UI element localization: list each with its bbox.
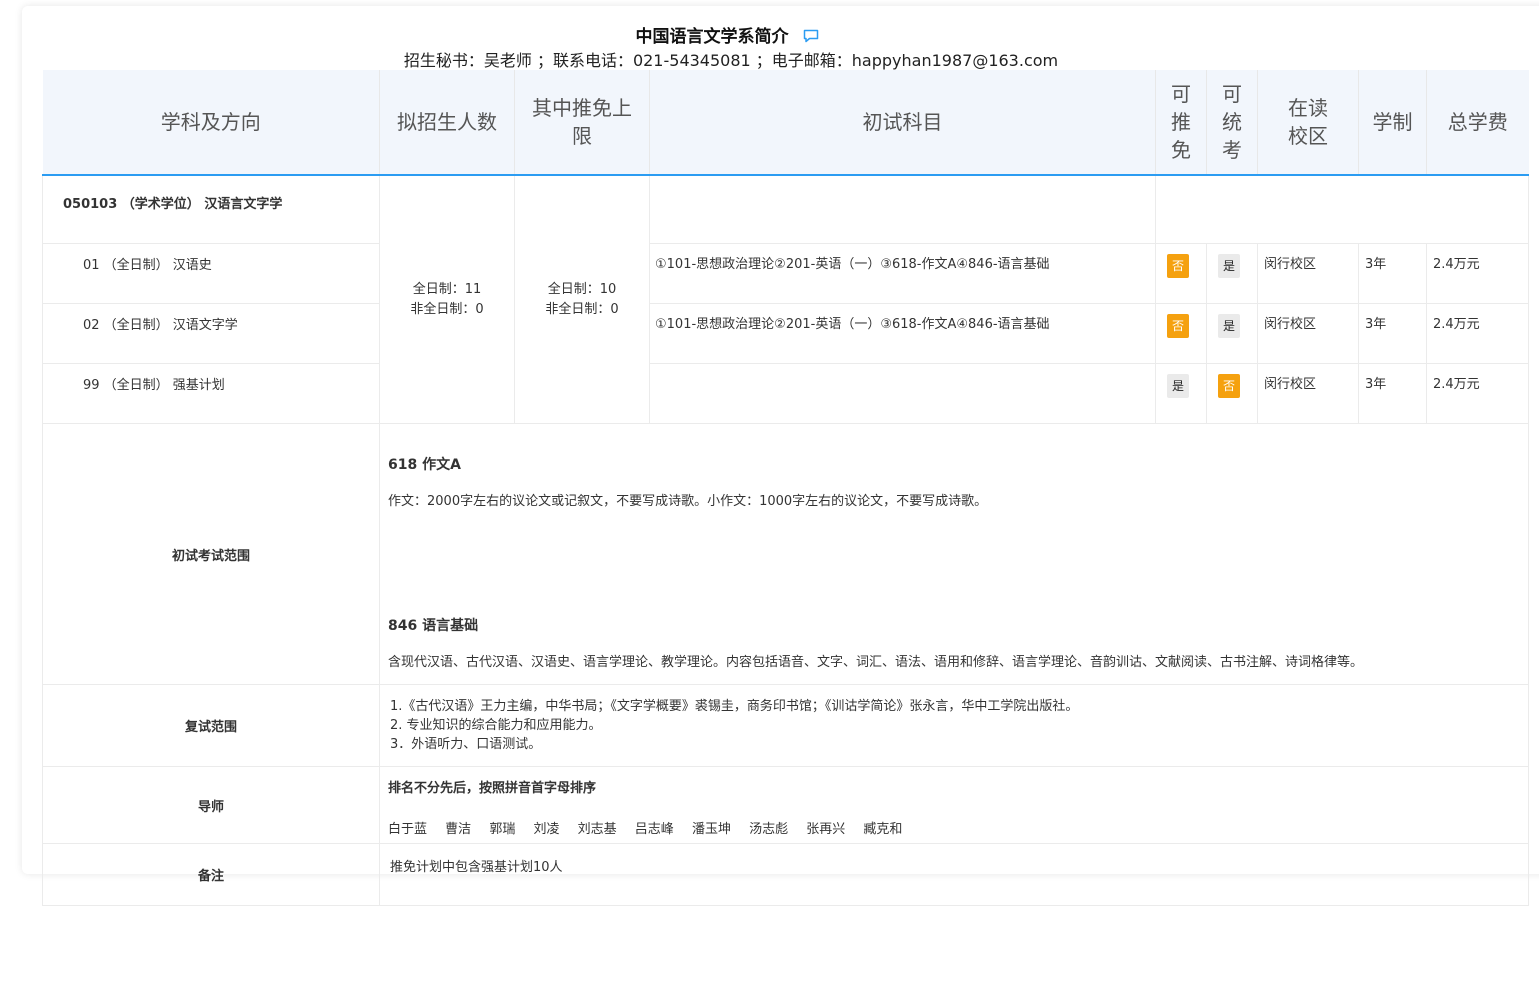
exam-scope-label: 初试考试范围	[42, 423, 380, 685]
tutor-name[interactable]: 白于蓝	[388, 822, 427, 837]
page-title: 中国语言文学系简介	[22, 22, 1432, 47]
table-row-retest: 复试范围 1.《古代汉语》王力主编，中华书局；《文字学概要》裘锡圭，商务印书馆；…	[42, 684, 1529, 767]
duration-cell: 3年	[1358, 303, 1427, 364]
col-header-recommend: 可推免	[1155, 70, 1207, 175]
retest-content: 1.《古代汉语》王力主编，中华书局；《文字学概要》裘锡圭，商务印书馆；《训诂学简…	[379, 684, 1529, 767]
duration-cell: 3年	[1358, 363, 1427, 424]
exam-scope-content: 618 作文A 作文：2000字左右的议论文或记叙文，不要写成诗歌。小作文：10…	[379, 423, 1529, 685]
col-header-unified: 可统考	[1206, 70, 1258, 175]
direction-subjects: ①101-思想政治理论②201-英语（一）③618-作文A④846-语言基础	[649, 243, 1156, 304]
unified-cell: 是	[1206, 303, 1258, 364]
retest-label: 复试范围	[42, 684, 380, 767]
table-row-exam-scope: 初试考试范围 618 作文A 作文：2000字左右的议论文或记叙文，不要写成诗歌…	[42, 423, 1529, 685]
enroll-full: 全日制：11	[412, 281, 482, 297]
tutor-name[interactable]: 吕志峰	[635, 822, 674, 837]
tutor-name[interactable]: 刘凌	[533, 822, 559, 837]
program-table: 学科及方向 拟招生人数 其中推免上限 初试科目 可推免 可统考 在读校区 学制 …	[42, 70, 1529, 906]
contact-info: 招生秘书：吴老师 ；联系电话：021-54345081 ；电子邮箱：happyh…	[403, 51, 1059, 70]
tutor-name[interactable]: 汤志彪	[749, 822, 788, 837]
exam-scope-desc: 含现代汉语、古代汉语、汉语史、语言学理论、教学理论。内容包括语音、文字、词汇、语…	[388, 655, 1364, 670]
tutors-note: 排名不分先后，按照拼音首字母排序	[388, 781, 597, 796]
col-header-exempt-text: 其中推免上限	[532, 96, 632, 148]
direction-subjects: ①101-思想政治理论②201-英语（一）③618-作文A④846-语言基础	[649, 303, 1156, 364]
unified-cell: 是	[1206, 243, 1258, 304]
exempt-part: 非全日制：0	[545, 301, 619, 317]
col-header-major: 学科及方向	[42, 70, 380, 175]
remark-content: 推免计划中包含强基计划10人	[379, 843, 1529, 906]
campus-cell: 闵行校区	[1257, 363, 1359, 424]
table-row-program: 050103 （学术学位） 汉语言文字学 全日制：11 非全日制：0 全日制：1…	[42, 174, 1529, 424]
unified-badge: 否	[1218, 374, 1240, 398]
direction-name: 01 （全日制） 汉语史	[42, 243, 380, 304]
retest-line: 3．外语听力、口语测试。	[390, 737, 542, 752]
tutor-name[interactable]: 曹洁	[445, 822, 471, 837]
unified-cell: 否	[1206, 363, 1258, 424]
tutor-name[interactable]: 刘志基	[578, 822, 617, 837]
table-row-direction: 02 （全日制） 汉语文字学 ①101-思想政治理论②201-英语（一）③618…	[42, 303, 1529, 364]
tutors-content: 排名不分先后，按照拼音首字母排序 白于蓝 曹洁 郭瑞 刘凌 刘志基 吕志峰 潘玉…	[379, 766, 1529, 844]
campus-cell: 闵行校区	[1257, 303, 1359, 364]
col-header-recommend-text: 可推免	[1171, 82, 1191, 162]
tutor-name[interactable]: 臧克和	[863, 822, 902, 837]
recommend-badge: 是	[1167, 374, 1189, 398]
enroll-count: 全日制：11 非全日制：0	[379, 174, 515, 424]
col-header-exempt: 其中推免上限	[514, 70, 650, 175]
exam-scope-title: 618 作文A	[388, 457, 461, 473]
table-row-tutors: 导师 排名不分先后，按照拼音首字母排序 白于蓝 曹洁 郭瑞 刘凌 刘志基 吕志峰…	[42, 766, 1529, 844]
col-header-subjects: 初试科目	[649, 70, 1156, 175]
col-header-campus-text: 在读校区	[1288, 96, 1328, 148]
tutor-name[interactable]: 张再兴	[806, 822, 845, 837]
tutors-list: 白于蓝 曹洁 郭瑞 刘凌 刘志基 吕志峰 潘玉坤 汤志彪 张再兴 臧克和	[388, 818, 1528, 837]
unified-badge: 是	[1218, 254, 1240, 278]
exam-scope-desc: 作文：2000字左右的议论文或记叙文，不要写成诗歌。小作文：1000字左右的议论…	[388, 494, 988, 509]
program-name: 050103 （学术学位） 汉语言文字学	[42, 174, 380, 244]
enroll-part: 非全日制：0	[410, 301, 484, 317]
recommend-cell: 否	[1155, 303, 1207, 364]
direction-name: 02 （全日制） 汉语文字学	[42, 303, 380, 364]
direction-name: 99 （全日制） 强基计划	[42, 363, 380, 424]
tutors-label: 导师	[42, 766, 380, 844]
col-header-duration: 学制	[1358, 70, 1427, 175]
col-header-fee: 总学费	[1426, 70, 1529, 175]
exam-scope-title: 846 语言基础	[388, 618, 479, 634]
table-row-direction: 99 （全日制） 强基计划 是 否 闵行校区 3年 2.4万元	[42, 363, 1529, 424]
recommend-badge: 否	[1167, 314, 1189, 338]
recommend-cell: 是	[1155, 363, 1207, 424]
retest-line: 2. 专业知识的综合能力和应用能力。	[390, 718, 602, 733]
unified-badge: 是	[1218, 314, 1240, 338]
fee-cell: 2.4万元	[1426, 243, 1529, 304]
col-header-unified-text: 可统考	[1222, 82, 1242, 162]
recommend-badge: 否	[1167, 254, 1189, 278]
recommend-cell: 否	[1155, 243, 1207, 304]
tutor-name[interactable]: 潘玉坤	[692, 822, 731, 837]
direction-subjects	[649, 363, 1156, 424]
table-row-direction: 01 （全日制） 汉语史 ①101-思想政治理论②201-英语（一）③618-作…	[42, 243, 1529, 304]
duration-cell: 3年	[1358, 243, 1427, 304]
exempt-full: 全日制：10	[547, 281, 617, 297]
fee-cell: 2.4万元	[1426, 363, 1529, 424]
table-row-remark: 备注 推免计划中包含强基计划10人	[42, 843, 1529, 906]
remark-label: 备注	[42, 843, 380, 906]
col-header-campus: 在读校区	[1257, 70, 1359, 175]
table-header-row: 学科及方向 拟招生人数 其中推免上限 初试科目 可推免 可统考 在读校区 学制 …	[42, 70, 1529, 175]
fee-cell: 2.4万元	[1426, 303, 1529, 364]
campus-cell: 闵行校区	[1257, 243, 1359, 304]
retest-line: 1.《古代汉语》王力主编，中华书局；《文字学概要》裘锡圭，商务印书馆；《训诂学简…	[390, 699, 1079, 714]
col-header-enroll: 拟招生人数	[379, 70, 515, 175]
exempt-limit: 全日制：10 非全日制：0	[514, 174, 650, 424]
tutor-name[interactable]: 郭瑞	[489, 822, 515, 837]
program-info-empty	[1155, 174, 1529, 244]
page-title-text: 中国语言文学系简介	[635, 27, 789, 47]
program-subjects-empty	[649, 174, 1156, 244]
comment-icon[interactable]	[803, 29, 819, 43]
